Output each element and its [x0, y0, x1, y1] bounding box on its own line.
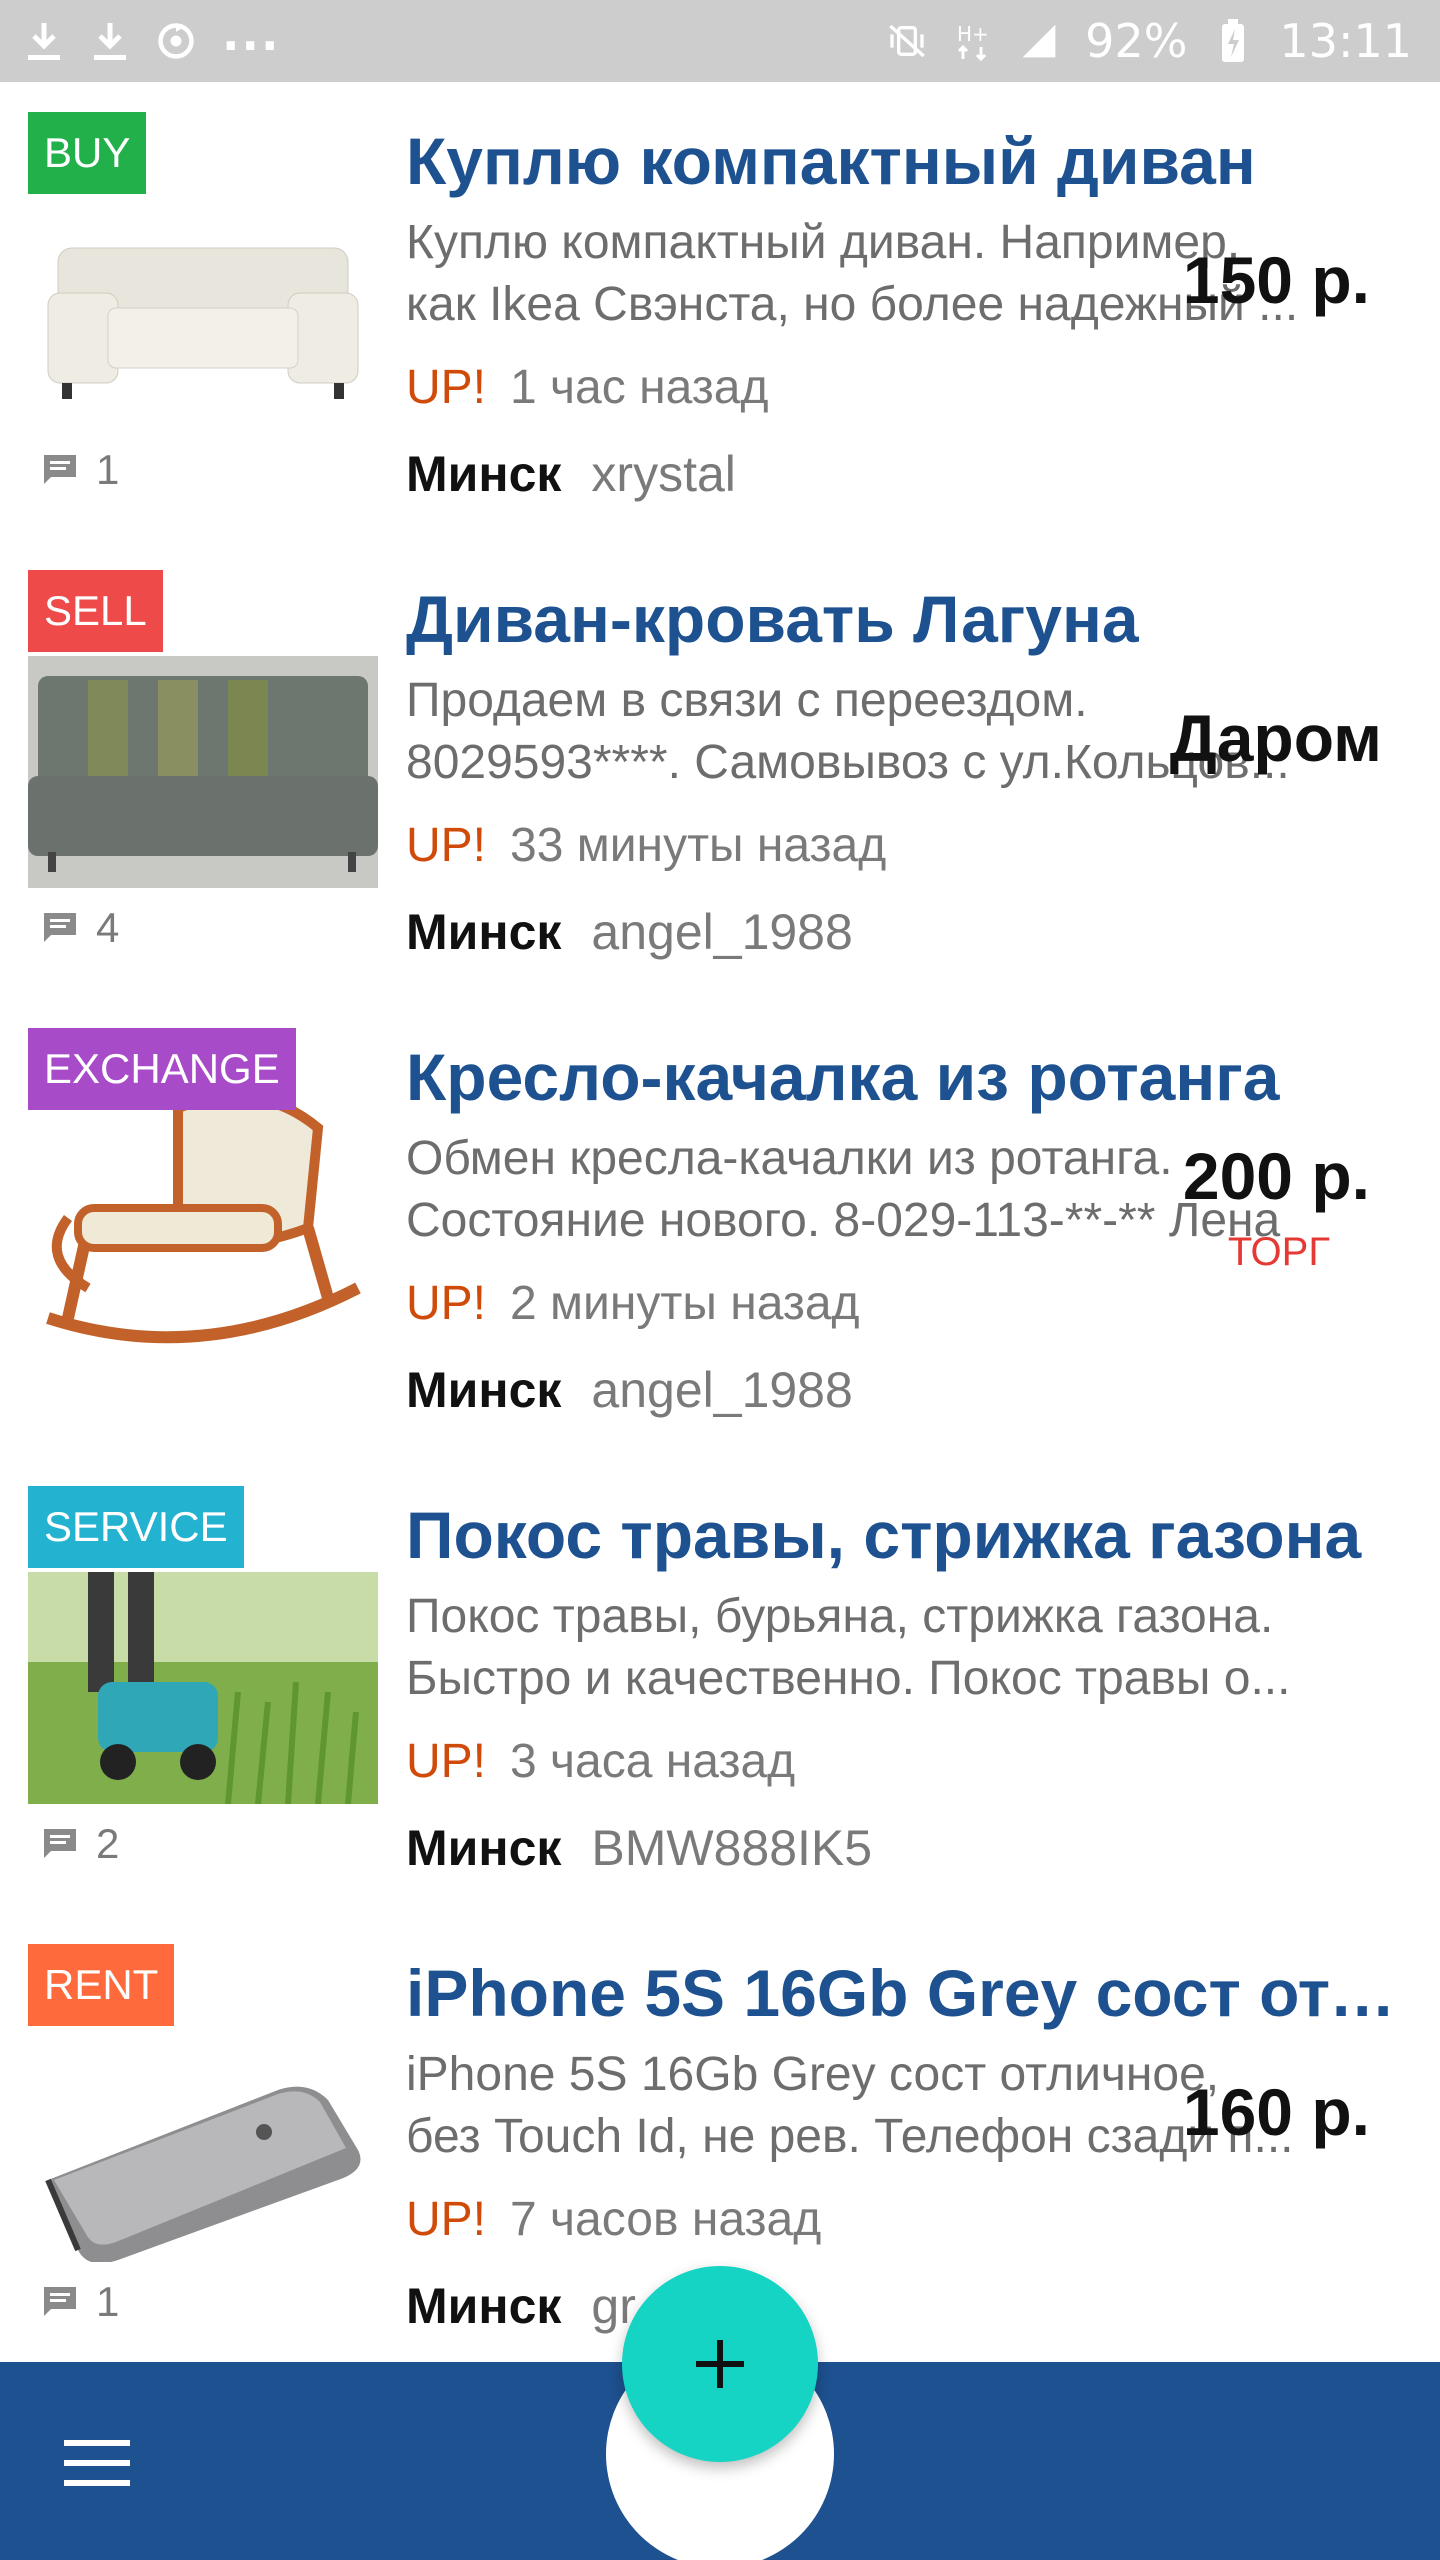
- listing-meta: UP! 2 минуты назад: [406, 1274, 1416, 1334]
- listing-meta: UP! 1 час назад: [406, 358, 1416, 418]
- listing-location: Минск angel_1988: [406, 902, 1416, 962]
- status-bar: ... H+ 92% 13:11: [0, 0, 1440, 82]
- listing-meta: UP! 7 часов назад: [406, 2190, 1416, 2250]
- listing-photo-iphone[interactable]: [28, 2030, 378, 2262]
- posted-time: 33 минуты назад: [510, 819, 887, 872]
- status-more: ...: [222, 7, 281, 61]
- status-bar-right: H+ 92% 13:11: [887, 14, 1412, 68]
- comment-count: 1: [42, 2278, 119, 2326]
- posted-time: 2 минуты назад: [510, 1277, 860, 1330]
- listing-photo-lawn-mower[interactable]: [28, 1572, 378, 1804]
- listing-location: Минск gr rs: [406, 2276, 1416, 2336]
- city: Минск: [406, 446, 562, 502]
- comment-count-value: 1: [96, 446, 120, 493]
- listing-location: Минск xrystal: [406, 444, 1416, 504]
- posted-time: 3 часа назад: [510, 1735, 796, 1788]
- type-badge-buy: BUY: [28, 112, 147, 194]
- listing-photo-rocking-chair[interactable]: [28, 1068, 378, 1358]
- battery-percent: 92%: [1085, 14, 1188, 68]
- listing-title[interactable]: Кресло-качалка из ротанга: [406, 1034, 1416, 1120]
- comment-count-value: 1: [96, 2278, 120, 2325]
- download-icon: [24, 19, 64, 63]
- price: 200 р.: [1182, 1139, 1370, 1213]
- hamburger-menu-icon[interactable]: [64, 2440, 130, 2486]
- city: Минск: [406, 2278, 562, 2334]
- listing-location: Минск angel_1988: [406, 1360, 1416, 1420]
- vibrate-off-icon: [887, 19, 927, 63]
- comment-count: 2: [42, 1820, 119, 1868]
- sync-icon: [156, 19, 196, 63]
- listing-meta: UP! 3 часа назад: [406, 1732, 1416, 1792]
- city: Минск: [406, 1362, 562, 1418]
- listing-content[interactable]: Кресло-качалка из ротанга Обмен кресла-к…: [406, 1034, 1416, 1420]
- comment-count-value: 2: [96, 1820, 120, 1867]
- type-badge-rent: RENT: [28, 1944, 175, 2026]
- comment-icon: [44, 1829, 76, 1858]
- listing-photo-sofa-bed[interactable]: [28, 656, 378, 888]
- comment-count: 1: [42, 446, 119, 494]
- plus-icon: [696, 2340, 744, 2388]
- up-label: UP!: [406, 819, 487, 872]
- posted-time: 1 час назад: [510, 361, 769, 414]
- listing-meta: UP! 33 минуты назад: [406, 816, 1416, 876]
- listing-title[interactable]: iPhone 5S 16Gb Grey сост отл,...: [406, 1950, 1416, 2036]
- up-label: UP!: [406, 361, 487, 414]
- description-line-2: Быстро и качественно. Покос травы о...: [406, 1652, 1291, 1705]
- status-time: 13:11: [1279, 14, 1412, 68]
- negotiable-label: ТОРГ: [1227, 1230, 1330, 1274]
- username[interactable]: angel_1988: [591, 1360, 852, 1420]
- listing-description: Покос травы, бурьяна, стрижка газона. Бы…: [406, 1586, 1416, 1710]
- listing-card[interactable]: EXCHANGE Кресло-качалка из ротанга Обмен…: [0, 998, 1440, 1456]
- comment-count: 4: [42, 904, 119, 952]
- listing-photo-sofa[interactable]: [28, 198, 378, 430]
- comment-icon: [44, 913, 76, 942]
- status-bar-left: ...: [24, 7, 280, 63]
- listing-card[interactable]: BUY 1 Куплю компактный диван Куплю компа…: [0, 82, 1440, 540]
- type-badge-service: SERVICE: [28, 1486, 244, 1568]
- listing-card[interactable]: SERVICE 2 Покос травы, стрижка газона По…: [0, 1456, 1440, 1914]
- description-line-1: Покос травы, бурьяна, стрижка газона.: [406, 1590, 1274, 1643]
- download-icon: [90, 19, 130, 63]
- battery-charging-icon: [1213, 19, 1253, 63]
- type-badge-sell: SELL: [28, 570, 163, 652]
- svg-text:H+: H+: [957, 22, 989, 46]
- comment-icon: [44, 455, 76, 484]
- listing-card[interactable]: SELL 4 Диван-кровать Лагуна Продаем в св…: [0, 540, 1440, 998]
- listing-title[interactable]: Диван-кровать Лагуна: [406, 576, 1416, 662]
- price: 160 р.: [1182, 2075, 1370, 2149]
- comment-count-value: 4: [96, 904, 120, 951]
- username[interactable]: xrystal: [591, 444, 735, 504]
- listing-title[interactable]: Куплю компактный диван: [406, 118, 1416, 204]
- up-label: UP!: [406, 1277, 487, 1330]
- price: Даром: [1169, 701, 1382, 775]
- city: Минск: [406, 904, 562, 960]
- data-h-plus-icon: H+: [953, 19, 993, 63]
- listing-content[interactable]: Покос травы, стрижка газона Покос травы,…: [406, 1492, 1416, 1878]
- add-listing-button[interactable]: [622, 2266, 818, 2462]
- up-label: UP!: [406, 2193, 487, 2246]
- up-label: UP!: [406, 1735, 487, 1788]
- city: Минск: [406, 1820, 562, 1876]
- listing-title[interactable]: Покос травы, стрижка газона: [406, 1492, 1416, 1578]
- signal-icon: [1019, 19, 1059, 63]
- price: 150 р.: [1182, 243, 1370, 317]
- posted-time: 7 часов назад: [510, 2193, 822, 2246]
- listing-feed[interactable]: BUY 1 Куплю компактный диван Куплю компа…: [0, 82, 1440, 2372]
- listing-location: Минск BMW888IK5: [406, 1818, 1416, 1878]
- type-badge-exchange: EXCHANGE: [28, 1028, 296, 1110]
- username[interactable]: angel_1988: [591, 902, 852, 962]
- username[interactable]: BMW888IK5: [591, 1818, 872, 1878]
- comment-icon: [44, 2287, 76, 2316]
